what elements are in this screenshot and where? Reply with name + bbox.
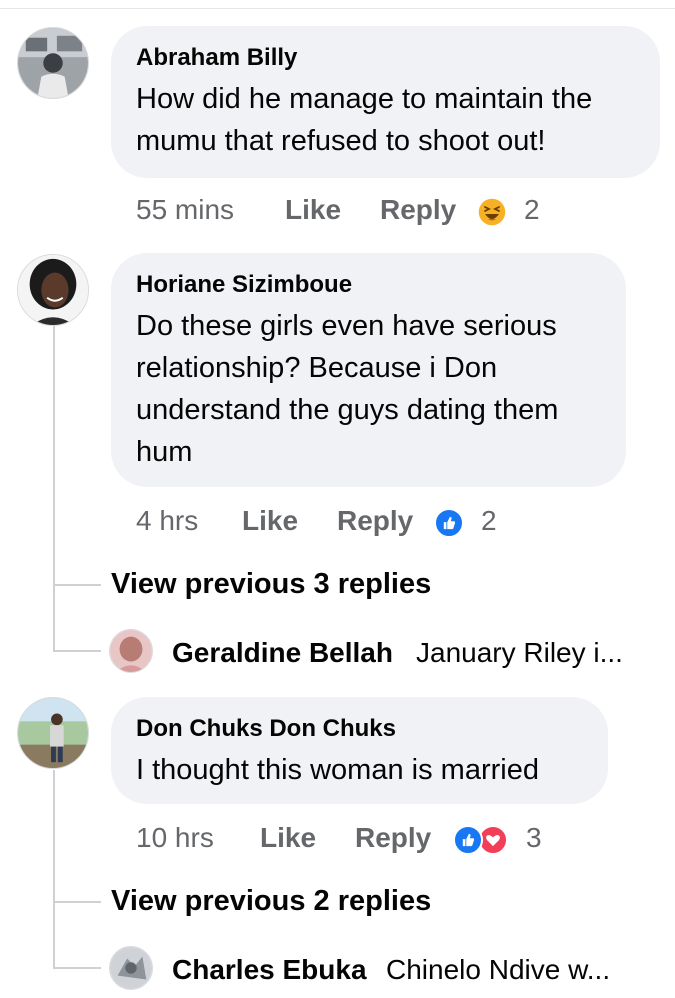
reply-avatar[interactable]: [109, 629, 153, 673]
comment-timestamp[interactable]: 55 mins: [136, 194, 234, 226]
reply-button[interactable]: Reply: [380, 194, 456, 226]
like-reaction-icon[interactable]: [434, 508, 464, 538]
reaction-count[interactable]: 3: [526, 822, 542, 854]
avatar[interactable]: [17, 27, 89, 99]
comment-author[interactable]: Abraham Billy: [136, 44, 297, 72]
thread-connector: [53, 650, 101, 652]
comment-text-line: mumu that refused to shoot out!: [136, 125, 546, 157]
like-button[interactable]: Like: [260, 822, 316, 854]
view-previous-replies-link[interactable]: View previous 3 replies: [111, 568, 431, 601]
reply-button[interactable]: Reply: [337, 505, 413, 537]
comment-author[interactable]: Horiane Sizimboue: [136, 271, 352, 299]
like-button[interactable]: Like: [285, 194, 341, 226]
comment-author[interactable]: Don Chuks Don Chuks: [136, 715, 396, 743]
like-reaction-icon[interactable]: [453, 825, 483, 855]
view-previous-replies-link[interactable]: View previous 2 replies: [111, 885, 431, 918]
reaction-count[interactable]: 2: [481, 505, 497, 537]
avatar-photo-icon: [18, 698, 88, 768]
avatar-photo-icon: [18, 255, 88, 325]
comment-timestamp[interactable]: 4 hrs: [136, 505, 198, 537]
top-divider: [0, 8, 675, 9]
comment-text-line: I thought this woman is married: [136, 754, 539, 786]
comment-text-line: relationship? Because i Don: [136, 352, 498, 384]
like-button[interactable]: Like: [242, 505, 298, 537]
avatar-photo-icon: [110, 947, 152, 989]
reply-author[interactable]: Geraldine Bellah: [172, 637, 393, 669]
reply-button[interactable]: Reply: [355, 822, 431, 854]
avatar-photo-icon: [110, 630, 152, 672]
comment-text-line: Do these girls even have serious: [136, 310, 557, 342]
reply-text[interactable]: Chinelo Ndive w...: [386, 954, 610, 986]
comment-timestamp[interactable]: 10 hrs: [136, 822, 214, 854]
thread-connector: [53, 967, 101, 969]
haha-reaction-icon[interactable]: [477, 197, 507, 227]
reply-avatar[interactable]: [109, 946, 153, 990]
avatar-photo-icon: [18, 28, 88, 98]
avatar[interactable]: [17, 697, 89, 769]
reply-author[interactable]: Charles Ebuka: [172, 954, 367, 986]
thread-line: [53, 326, 55, 651]
reply-text[interactable]: January Riley i...: [416, 637, 623, 669]
thread-connector: [53, 584, 101, 586]
avatar[interactable]: [17, 254, 89, 326]
comment-text-line: hum: [136, 436, 193, 468]
thread-connector: [53, 901, 101, 903]
reaction-count[interactable]: 2: [524, 194, 540, 226]
comment-text-line: understand the guys dating them: [136, 394, 559, 426]
thread-line: [53, 770, 55, 967]
comment-text-line: How did he manage to maintain the: [136, 83, 593, 115]
